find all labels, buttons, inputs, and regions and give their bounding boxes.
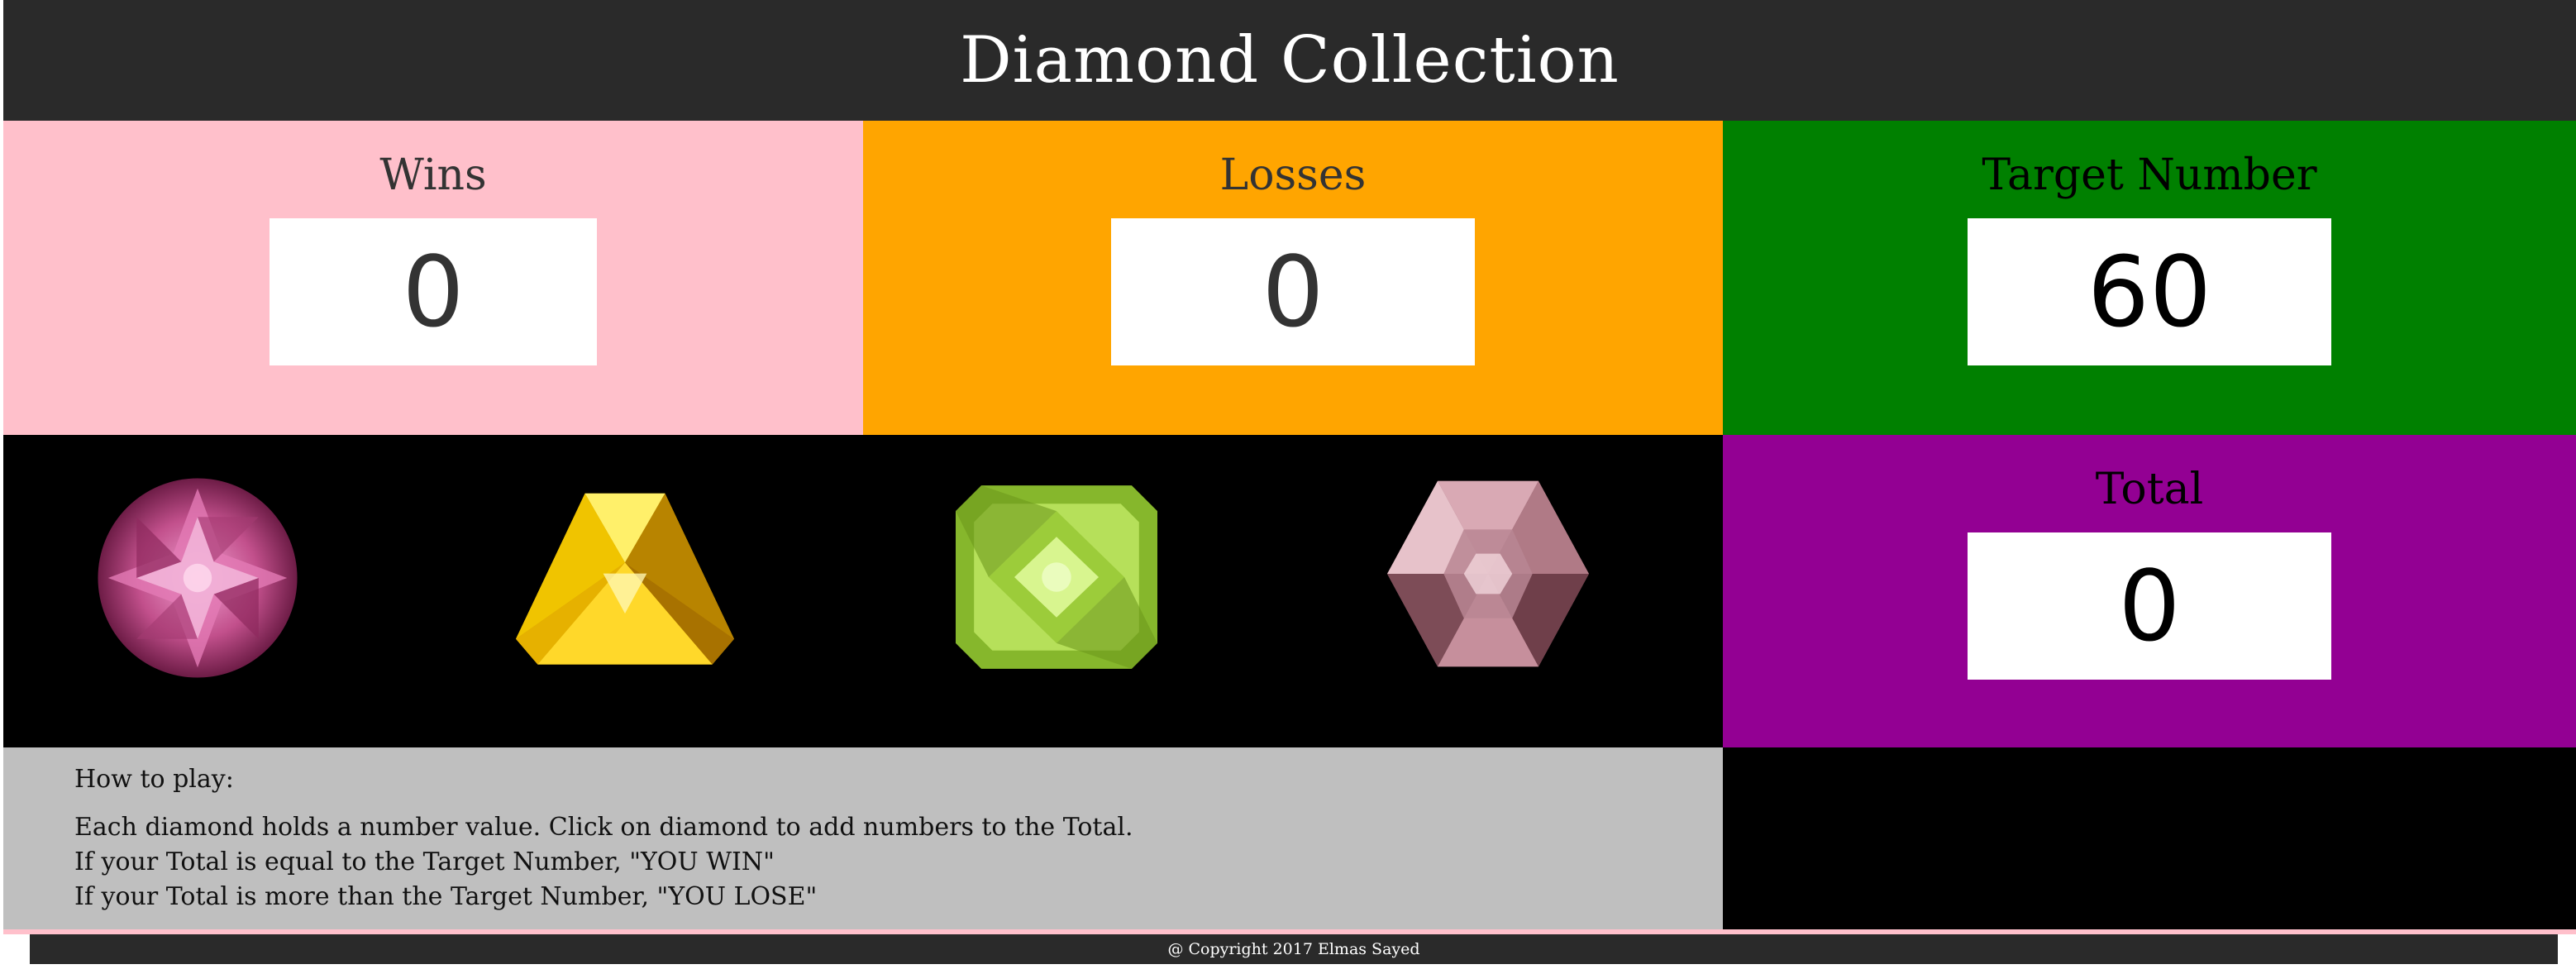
rose-hexagon-diamond-icon (1387, 480, 1589, 667)
page-header: Diamond Collection (3, 0, 2576, 121)
wins-value: 0 (270, 218, 597, 365)
page-title: Diamond Collection (960, 23, 1620, 98)
how-to-play-section: How to play: Each diamond holds a number… (3, 747, 1723, 929)
green-cushion-diamond[interactable] (956, 485, 1157, 670)
target-number-label: Target Number (1982, 150, 2317, 200)
copyright-text: @ Copyright 2017 Elmas Sayed (1167, 940, 1420, 958)
diamond-row (3, 435, 1723, 747)
instruction-line: If your Total is more than the Target Nu… (74, 882, 818, 911)
losses-value: 0 (1111, 218, 1475, 365)
footer: @ Copyright 2017 Elmas Sayed (30, 934, 2558, 964)
green-cushion-diamond-icon (956, 485, 1157, 669)
pink-round-diamond[interactable] (96, 476, 299, 680)
wins-label: Wins (379, 150, 487, 200)
empty-panel (1723, 747, 2576, 929)
wins-panel: Wins 0 (3, 121, 863, 435)
instruction-line: If your Total is equal to the Target Num… (74, 847, 775, 876)
losses-panel: Losses 0 (863, 121, 1723, 435)
losses-label: Losses (1219, 150, 1367, 200)
yellow-trillion-diamond[interactable] (516, 489, 734, 665)
instruction-line: Each diamond holds a number value. Click… (74, 813, 1133, 842)
rose-hexagon-diamond[interactable] (1387, 473, 1589, 675)
target-number-panel: Target Number 60 (1723, 121, 2576, 435)
yellow-trillion-diamond-icon (516, 493, 734, 665)
total-panel: Total 0 (1723, 435, 2576, 747)
how-to-play-title: How to play: (74, 765, 234, 794)
target-number-value: 60 (1968, 218, 2331, 365)
total-value: 0 (1968, 532, 2331, 680)
pink-round-diamond-icon (98, 478, 298, 678)
total-label: Total (2095, 465, 2204, 514)
